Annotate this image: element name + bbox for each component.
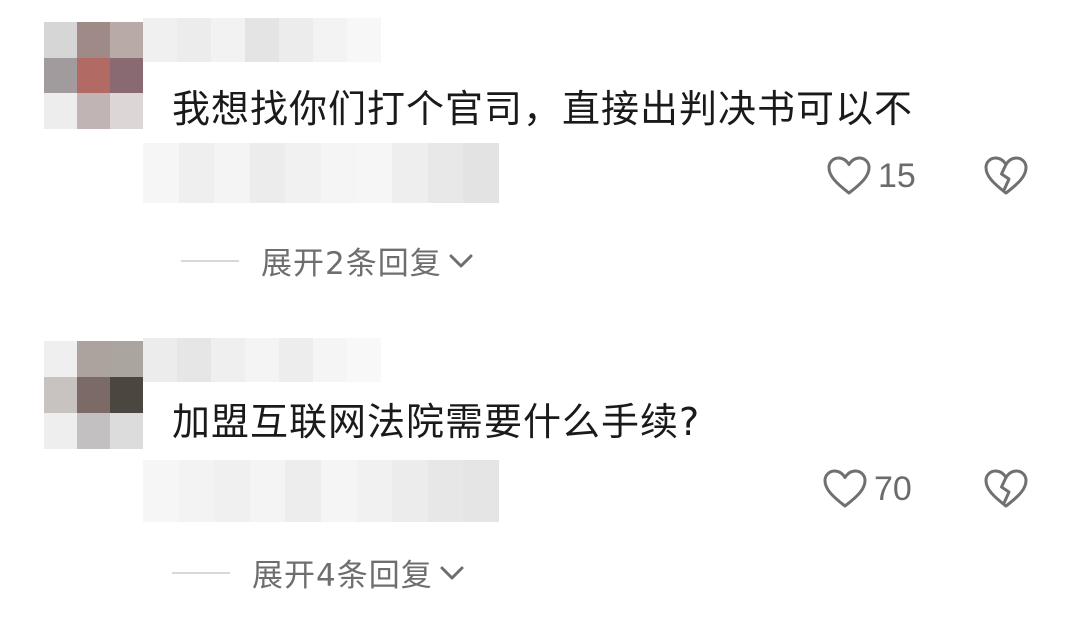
- mosaic-pixel: [285, 143, 321, 203]
- mosaic-pixel: [320, 143, 357, 203]
- mosaic-pixel: [177, 338, 211, 382]
- mosaic-pixel: [178, 143, 215, 203]
- mosaic-pixel: [245, 338, 279, 382]
- mosaic-pixel: [110, 57, 143, 94]
- mosaic-pixel: [347, 18, 381, 62]
- mosaic-pixel: [285, 460, 321, 522]
- mosaic-pixel: [44, 341, 77, 377]
- comment-item: 加盟互联网法院需要什么手续? 70 展开4条回复: [0, 305, 1080, 627]
- like-count: 15: [878, 156, 916, 195]
- comment-item: 我想找你们打个官司，直接出判决书可以不 15 展开2条回复: [0, 0, 1080, 300]
- dislike-button[interactable]: [983, 152, 1029, 200]
- mosaic-pixel: [279, 338, 313, 382]
- mosaic-pixel: [143, 338, 177, 382]
- mosaic-pixel: [356, 143, 393, 203]
- expand-replies-button[interactable]: 展开4条回复: [172, 550, 465, 595]
- mosaic-pixel: [77, 377, 110, 413]
- avatar[interactable]: [44, 22, 143, 129]
- like-count: 70: [874, 469, 912, 508]
- mosaic-pixel: [245, 18, 279, 62]
- mosaic-pixel: [427, 143, 464, 203]
- mosaic-pixel: [211, 338, 245, 382]
- like-button[interactable]: 70: [822, 465, 912, 513]
- mosaic-pixel: [347, 338, 381, 382]
- divider-line: [172, 571, 230, 574]
- mosaic-pixel: [44, 377, 77, 413]
- mosaic-pixel: [77, 93, 110, 129]
- mosaic-pixel: [356, 460, 393, 522]
- mosaic-pixel: [77, 341, 110, 377]
- mosaic-pixel: [279, 18, 313, 62]
- expand-replies-label: 展开4条回复: [252, 558, 433, 594]
- comment-text: 加盟互联网法院需要什么手续?: [172, 400, 701, 444]
- mosaic-pixel: [392, 460, 428, 522]
- mosaic-pixel: [211, 18, 245, 62]
- mosaic-pixel: [463, 460, 499, 522]
- comment-meta-blurred: [143, 460, 499, 522]
- mosaic-pixel: [110, 22, 143, 58]
- comment-meta-blurred: [143, 143, 499, 203]
- mosaic-pixel: [214, 143, 250, 203]
- avatar[interactable]: [44, 341, 143, 449]
- mosaic-pixel: [44, 22, 77, 58]
- username-blurred[interactable]: [143, 18, 381, 62]
- chevron-down-icon: [448, 252, 474, 270]
- mosaic-pixel: [110, 413, 143, 449]
- mosaic-pixel: [249, 460, 286, 522]
- mosaic-pixel: [143, 18, 177, 62]
- expand-replies-label: 展开2条回复: [261, 246, 442, 282]
- broken-heart-icon: [983, 468, 1029, 510]
- mosaic-pixel: [178, 460, 215, 522]
- mosaic-pixel: [44, 57, 77, 94]
- mosaic-pixel: [44, 413, 77, 449]
- mosaic-pixel: [427, 460, 464, 522]
- like-button[interactable]: 15: [826, 152, 916, 200]
- expand-replies-button[interactable]: 展开2条回复: [181, 238, 474, 283]
- heart-outline-icon: [822, 468, 868, 510]
- mosaic-pixel: [320, 460, 357, 522]
- mosaic-pixel: [110, 93, 143, 129]
- mosaic-pixel: [110, 341, 143, 377]
- broken-heart-icon: [983, 155, 1029, 197]
- mosaic-pixel: [214, 460, 250, 522]
- divider-line: [181, 259, 239, 262]
- comment-text: 我想找你们打个官司，直接出判决书可以不: [172, 87, 914, 131]
- mosaic-pixel: [77, 22, 110, 58]
- mosaic-pixel: [110, 377, 143, 413]
- mosaic-pixel: [77, 413, 110, 449]
- mosaic-pixel: [177, 18, 211, 62]
- mosaic-pixel: [143, 460, 179, 522]
- mosaic-pixel: [313, 18, 347, 62]
- heart-outline-icon: [826, 155, 872, 197]
- mosaic-pixel: [143, 143, 179, 203]
- mosaic-pixel: [44, 93, 77, 129]
- mosaic-pixel: [463, 143, 499, 203]
- dislike-button[interactable]: [983, 465, 1029, 513]
- mosaic-pixel: [77, 57, 110, 94]
- mosaic-pixel: [392, 143, 428, 203]
- username-blurred[interactable]: [143, 338, 381, 382]
- mosaic-pixel: [313, 338, 347, 382]
- chevron-down-icon: [439, 564, 465, 582]
- mosaic-pixel: [249, 143, 286, 203]
